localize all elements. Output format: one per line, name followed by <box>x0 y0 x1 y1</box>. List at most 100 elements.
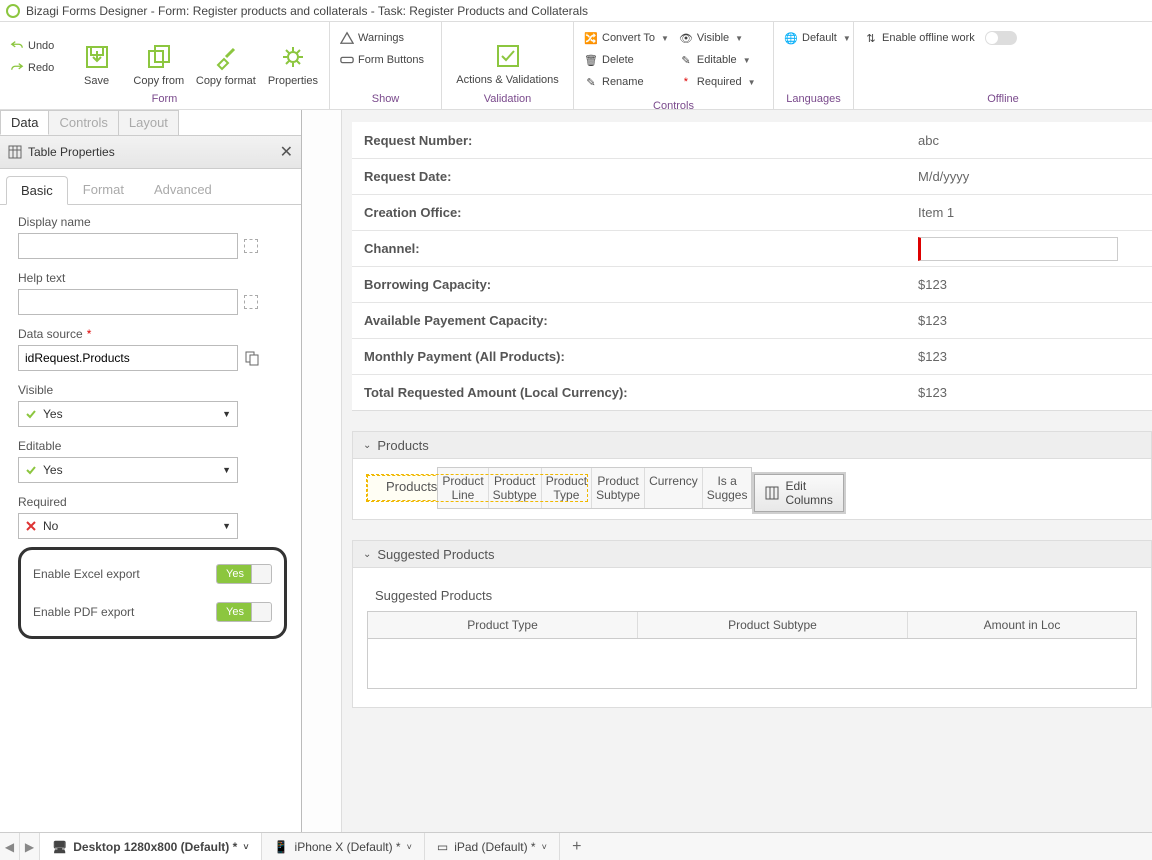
form-canvas[interactable]: Request Number:abc Request Date:M/d/yyyy… <box>302 110 1152 832</box>
chevron-down-icon: ˅ <box>243 842 248 852</box>
redo-button[interactable]: Redo <box>10 58 60 78</box>
tab-scroll-left[interactable]: ◀ <box>0 833 20 860</box>
undo-button[interactable]: Undo <box>10 36 60 56</box>
localize-icon[interactable] <box>244 239 258 253</box>
device-tab-desktop[interactable]: 🖥 Desktop 1280x800 (Default) * ˅ <box>40 833 262 860</box>
suggested-table[interactable]: Suggested Products Product Type Product … <box>367 584 1137 689</box>
chevron-down-icon: ˅ <box>542 842 547 852</box>
label-editable: Editable <box>18 439 287 453</box>
data-source-input[interactable] <box>18 345 238 371</box>
actions-validations-button[interactable]: Actions & Validations <box>448 26 567 86</box>
ribbon-group-languages: Languages <box>774 91 853 109</box>
form-fields-region: Request Number:abc Request Date:M/d/yyyy… <box>352 122 1152 411</box>
check-icon <box>494 42 522 70</box>
editable-button[interactable]: ✎Editable▼ <box>679 50 763 70</box>
products-table-header: Product Line Product Subtype Product Typ… <box>437 467 752 509</box>
label-display-name: Display name <box>18 215 287 229</box>
ribbon-group-form: Form <box>0 91 329 109</box>
chevron-down-icon: ˅ <box>407 842 412 852</box>
form-row: Total Requested Amount (Local Currency):… <box>352 374 1152 410</box>
channel-input[interactable] <box>918 237 1118 261</box>
convert-to-button[interactable]: 🔀Convert To▼ <box>584 28 669 48</box>
label-visible: Visible <box>18 383 287 397</box>
tab-basic[interactable]: Basic <box>6 176 68 205</box>
visible-button[interactable]: 👁Visible▼ <box>679 28 763 48</box>
form-row: Creation Office:Item 1 <box>352 194 1152 230</box>
undo-icon <box>10 39 24 53</box>
pencil-icon: ✎ <box>679 53 693 67</box>
toggle-knob <box>251 603 271 621</box>
tab-format[interactable]: Format <box>68 175 139 204</box>
export-options-highlight: Enable Excel export Yes Enable PDF expor… <box>18 547 287 639</box>
rename-icon: ✎ <box>584 75 598 89</box>
localize-icon[interactable] <box>244 295 258 309</box>
enable-excel-toggle[interactable]: Yes <box>216 564 272 584</box>
edit-columns-button[interactable]: Edit Columns <box>754 474 843 512</box>
display-name-input[interactable] <box>18 233 238 259</box>
table-properties-icon <box>8 145 22 159</box>
form-row: Available Payement Capacity:$123 <box>352 302 1152 338</box>
canvas-gutter <box>302 110 342 832</box>
toggle-off-icon <box>985 31 1017 45</box>
required-button[interactable]: *Required▼ <box>679 72 763 92</box>
suggested-table-title: Suggested Products <box>367 584 1137 611</box>
add-device-tab[interactable]: + <box>560 833 594 860</box>
section-products-header[interactable]: ⌄ Products <box>352 431 1152 459</box>
chevron-down-icon: ▼ <box>222 465 231 475</box>
form-buttons-button[interactable]: Form Buttons <box>340 50 424 70</box>
enable-offline-toggle[interactable]: ⇅ Enable offline work <box>864 28 1017 48</box>
device-tab-iphone[interactable]: 📱 iPhone X (Default) * ˅ <box>262 833 425 860</box>
ribbon-group-show: Show <box>330 91 441 109</box>
copy-format-button[interactable]: Copy format <box>191 27 261 87</box>
form-row: Monthly Payment (All Products):$123 <box>352 338 1152 374</box>
required-select[interactable]: No ▼ <box>18 513 238 539</box>
save-button[interactable]: Save <box>66 27 126 87</box>
editable-select[interactable]: Yes ▼ <box>18 457 238 483</box>
section-suggested-header[interactable]: ⌄ Suggested Products <box>352 540 1152 568</box>
products-table-title: Products <box>378 475 437 502</box>
tab-layout[interactable]: Layout <box>118 110 179 135</box>
form-row: Request Date:M/d/yyyy <box>352 158 1152 194</box>
rename-button[interactable]: ✎Rename <box>584 72 669 92</box>
globe-icon: 🌐 <box>784 31 798 45</box>
tab-advanced[interactable]: Advanced <box>139 175 227 204</box>
phone-icon: 📱 <box>274 840 289 854</box>
chevron-down-icon: ⌄ <box>363 440 371 451</box>
button-icon <box>340 53 354 67</box>
products-table-selected[interactable]: Products Product Line Product Subtype Pr… <box>367 475 587 501</box>
device-tab-ipad[interactable]: ▭ iPad (Default) * ˅ <box>425 833 560 860</box>
suggested-table-body <box>367 639 1137 689</box>
data-source-browse-icon[interactable] <box>244 350 260 366</box>
delete-button[interactable]: 🗑Delete <box>584 50 669 70</box>
form-row: Channel: <box>352 230 1152 266</box>
copy-from-icon <box>145 43 173 71</box>
ribbon: Undo Redo Save Copy from Copy format <box>0 22 1152 110</box>
label-required: Required <box>18 495 287 509</box>
help-text-input[interactable] <box>18 289 238 315</box>
offline-icon: ⇅ <box>864 31 878 45</box>
ribbon-group-offline: Offline <box>854 91 1152 109</box>
copy-from-button[interactable]: Copy from <box>129 27 189 87</box>
tab-scroll-right[interactable]: ▶ <box>20 833 40 860</box>
language-default-button[interactable]: 🌐Default▼ <box>784 28 851 48</box>
visible-select[interactable]: Yes ▼ <box>18 401 238 427</box>
eye-icon: 👁 <box>679 31 693 45</box>
close-panel-button[interactable]: ✕ <box>280 142 293 162</box>
label-data-source: Data source* <box>18 327 287 341</box>
app-logo-icon <box>6 4 20 18</box>
enable-pdf-toggle[interactable]: Yes <box>216 602 272 622</box>
convert-icon: 🔀 <box>584 31 598 45</box>
form-row: Request Number:abc <box>352 122 1152 158</box>
properties-button[interactable]: Properties <box>263 27 323 87</box>
device-tab-bar: ◀ ▶ 🖥 Desktop 1280x800 (Default) * ˅ 📱 i… <box>0 832 1152 860</box>
desktop-icon: 🖥 <box>52 840 67 854</box>
ribbon-group-validation: Validation <box>442 91 573 109</box>
panel-title: Table Properties <box>28 145 115 159</box>
warnings-button[interactable]: Warnings <box>340 28 424 48</box>
tablet-icon: ▭ <box>437 840 448 854</box>
tab-data[interactable]: Data <box>0 110 49 135</box>
label-help-text: Help text <box>18 271 287 285</box>
tab-controls[interactable]: Controls <box>48 110 118 135</box>
chevron-down-icon: ⌄ <box>363 549 371 560</box>
suggested-table-header: Product Type Product Subtype Amount in L… <box>367 611 1137 639</box>
